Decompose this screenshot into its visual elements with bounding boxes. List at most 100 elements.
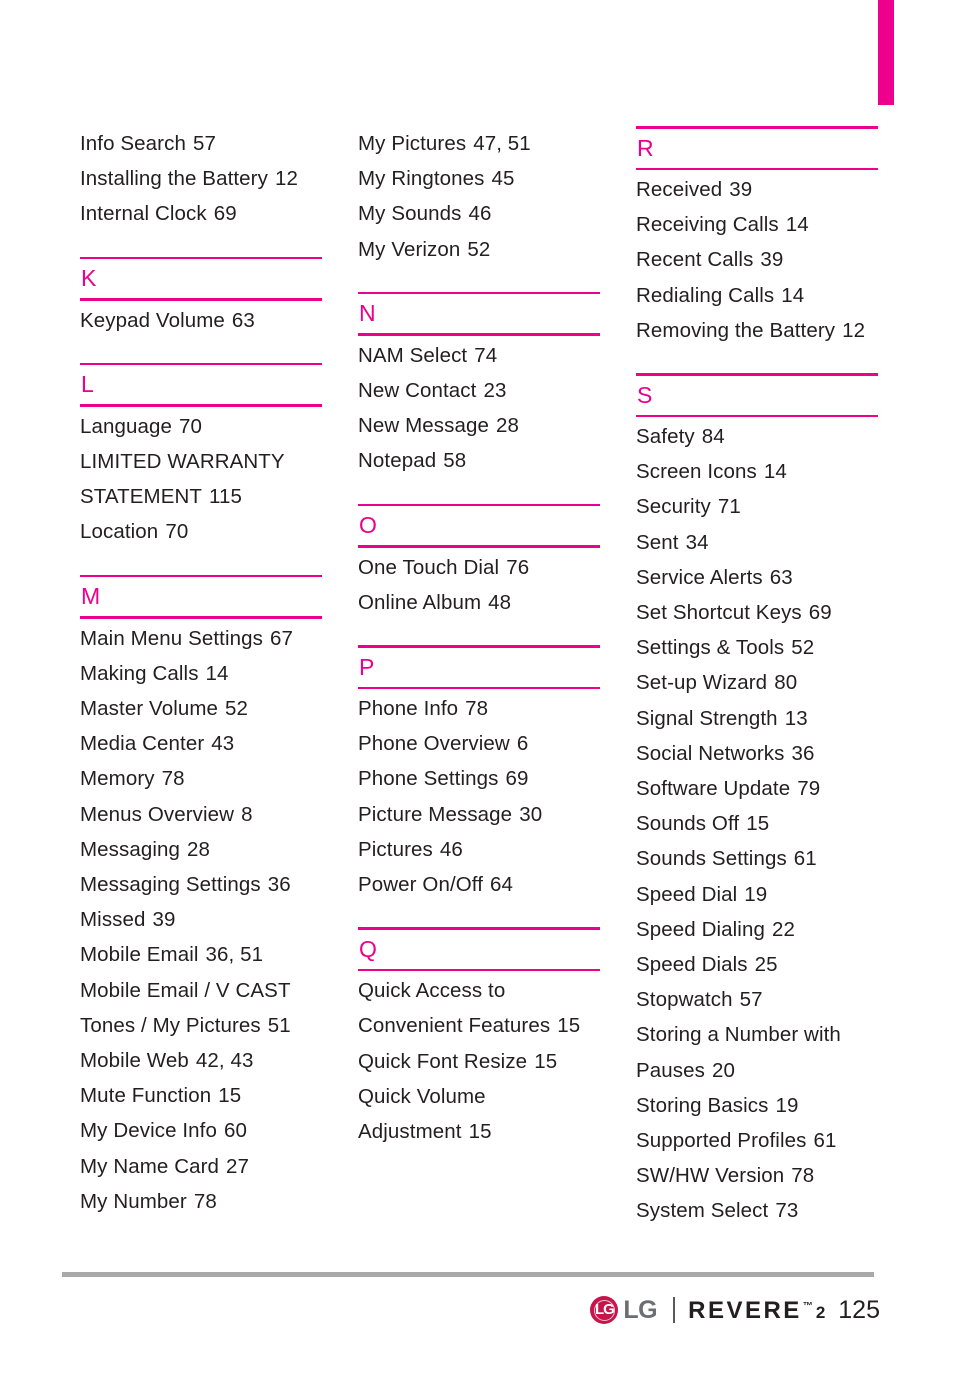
index-entry[interactable]: Speed Dialing 22 [636,912,878,947]
index-entry[interactable]: Phone Info 78 [358,691,600,726]
index-entry[interactable]: Supported Profiles 61 [636,1123,878,1158]
index-entry[interactable]: Speed Dials 25 [636,947,878,982]
index-entry[interactable]: Social Networks 36 [636,736,878,771]
index-entry-label: New Contact [358,379,477,403]
column-2: My Pictures 47, 51 My Ringtones 45 My Sounds… [358,126,600,1241]
index-entry[interactable]: Removing the Battery 12 [636,313,878,348]
index-entry[interactable]: Software Update 79 [636,771,878,806]
index-entry[interactable]: Menus Overview 8 [80,797,322,832]
index-entry-label: Missed [80,908,146,932]
index-entry[interactable]: Keypad Volume 63 [80,303,322,338]
index-entry-page: 6 [516,732,529,756]
index-entry[interactable]: Receiving Calls 14 [636,207,878,242]
index-entry[interactable]: Power On/Off 64 [358,867,600,902]
index-entry-page: 63 [769,565,793,589]
index-entry[interactable]: My Ringtones 45 [358,161,600,196]
index-entry[interactable]: Mobile Web 42, 43 [80,1043,322,1078]
index-entry[interactable]: Safety 84 [636,419,878,454]
index-entry[interactable]: Quick Font Resize 15 [358,1044,600,1079]
index-entry[interactable]: Sounds Off 15 [636,806,878,841]
index-entry[interactable]: Mobile Email 36, 51 [80,937,322,972]
index-entry-page: 78 [465,697,489,721]
index-entry[interactable]: Security 71 [636,489,878,524]
index-entry[interactable]: Info Search 57 [80,126,322,161]
index-entry[interactable]: Quick Access to [358,973,600,1008]
index-entry[interactable]: Storing a Number with [636,1017,878,1052]
index-entry[interactable]: Master Volume 52 [80,691,322,726]
index-entry-page: 15 [534,1049,558,1073]
index-entry[interactable]: My Verizon 52 [358,232,600,267]
index-entry[interactable]: Service Alerts 63 [636,560,878,595]
letter-rule-bottom [636,167,878,170]
index-entry-label: Main Menu Settings [80,626,263,650]
index-entry[interactable]: Signal Strength 13 [636,701,878,736]
index-entry[interactable]: Location 70 [80,514,322,549]
index-entry[interactable]: System Select 73 [636,1193,878,1228]
letter-heading: L [81,371,94,398]
index-entry[interactable]: Phone Settings 69 [358,761,600,796]
index-entry[interactable]: One Touch Dial 76 [358,550,600,585]
index-entry[interactable]: Pictures 46 [358,832,600,867]
index-entry-label: Receiving Calls [636,213,779,237]
index-entry[interactable]: Settings & Tools 52 [636,630,878,665]
index-entry[interactable]: Messaging Settings 36 [80,867,322,902]
index-entry[interactable]: Pauses 20 [636,1053,878,1088]
index-entry-label: Picture Message [358,802,513,826]
index-entry[interactable]: Received 39 [636,172,878,207]
index-entry[interactable]: Phone Overview 6 [358,726,600,761]
index-entry[interactable]: STATEMENT 115 [80,479,322,514]
letter-heading: P [359,653,375,680]
index-entry[interactable]: Picture Message 30 [358,797,600,832]
index-entry[interactable]: Missed 39 [80,902,322,937]
index-entry[interactable]: Recent Calls 39 [636,242,878,277]
index-entry[interactable]: My Device Info 60 [80,1113,322,1148]
index-entry[interactable]: Sent 34 [636,525,878,560]
index-entry[interactable]: Main Menu Settings 67 [80,621,322,656]
index-entry[interactable]: Mobile Email / V CAST [80,973,322,1008]
index-entry[interactable]: Stopwatch 57 [636,982,878,1017]
index-entry[interactable]: Set-up Wizard 80 [636,665,878,700]
index-entry[interactable]: SW/HW Version 78 [636,1158,878,1193]
index-entry[interactable]: Mute Function 15 [80,1078,322,1113]
page-number: 125 [838,1296,880,1324]
index-entry-label: Quick Font Resize [358,1049,528,1073]
index-entry-page: 14 [763,460,787,484]
index-entry-page: 46 [439,837,463,861]
index-entry-label: Mobile Web [80,1049,189,1073]
index-entry[interactable]: Memory 78 [80,761,322,796]
index-entry[interactable]: Adjustment 15 [358,1114,600,1149]
index-entry[interactable]: Tones / My Pictures 51 [80,1008,322,1043]
index-entry[interactable]: Making Calls 14 [80,656,322,691]
index-entry[interactable]: My Pictures 47, 51 [358,126,600,161]
index-entry[interactable]: Installing the Battery 12 [80,161,322,196]
index-entry[interactable]: Language 70 [80,409,322,444]
index-entry[interactable]: Convenient Features 15 [358,1008,600,1043]
index-entry[interactable]: Screen Icons 14 [636,454,878,489]
index-entry[interactable]: Redialing Calls 14 [636,278,878,313]
index-entry[interactable]: Quick Volume [358,1079,600,1114]
index-entry[interactable]: My Name Card 27 [80,1149,322,1184]
index-entry[interactable]: Online Album 48 [358,585,600,620]
index-entry-page: 48 [488,590,512,614]
index-entry-label: Mobile Email [80,943,199,967]
index-entry[interactable]: LIMITED WARRANTY [80,444,322,479]
index-entry-page: 63 [231,308,255,332]
index-entry[interactable]: New Message 28 [358,408,600,443]
index-entry[interactable]: Storing Basics 19 [636,1088,878,1123]
index-entry-page: 27 [226,1154,250,1178]
index-entry[interactable]: Speed Dial 19 [636,877,878,912]
index-entry[interactable]: Sounds Settings 61 [636,841,878,876]
index-entry[interactable]: Messaging 28 [80,832,322,867]
index-entry[interactable]: New Contact 23 [358,373,600,408]
index-entry-page: 20 [711,1058,735,1082]
index-entry[interactable]: My Sounds 46 [358,196,600,231]
index-entry[interactable]: Internal Clock 69 [80,196,322,231]
index-entry-page: 69 [213,202,237,226]
index-entry[interactable]: My Number 78 [80,1184,322,1219]
index-entry[interactable]: Media Center 43 [80,726,322,761]
index-entry[interactable]: Set Shortcut Keys 69 [636,595,878,630]
letter-rule-bottom [358,686,600,690]
index-entry-label: Storing Basics [636,1093,769,1117]
index-entry[interactable]: Notepad 58 [358,443,600,478]
index-entry[interactable]: NAM Select 74 [358,338,600,373]
